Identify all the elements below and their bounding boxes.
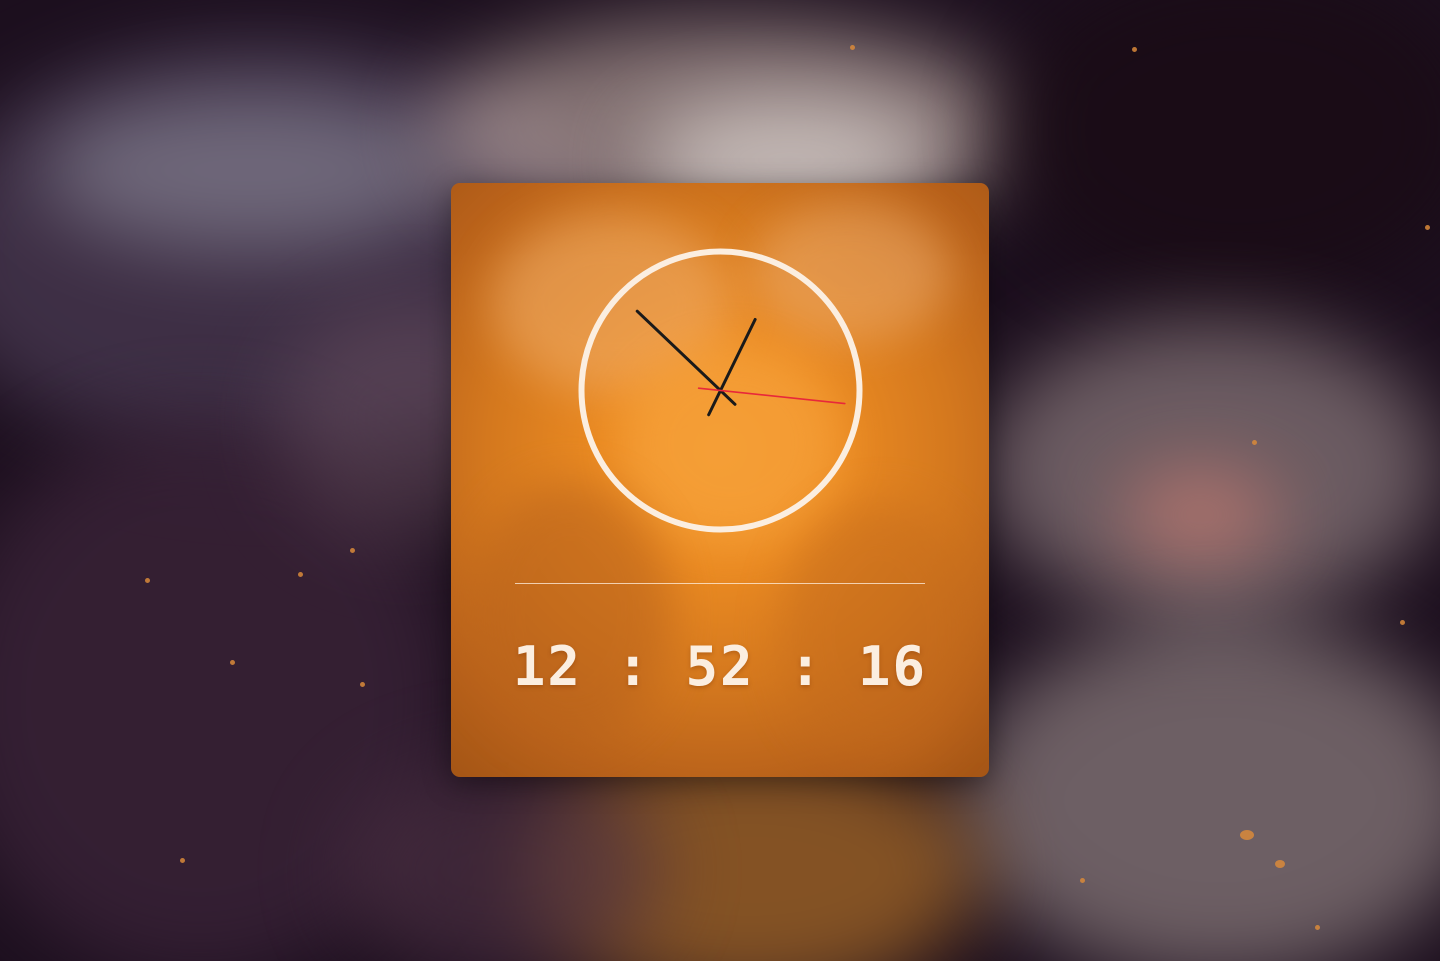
clock-divider [515,583,925,584]
analog-clock [578,248,863,533]
digital-time: 12 : 52 : 16 [512,635,928,698]
second-hand [697,387,846,405]
clock-card: 12 : 52 : 16 [451,183,989,777]
